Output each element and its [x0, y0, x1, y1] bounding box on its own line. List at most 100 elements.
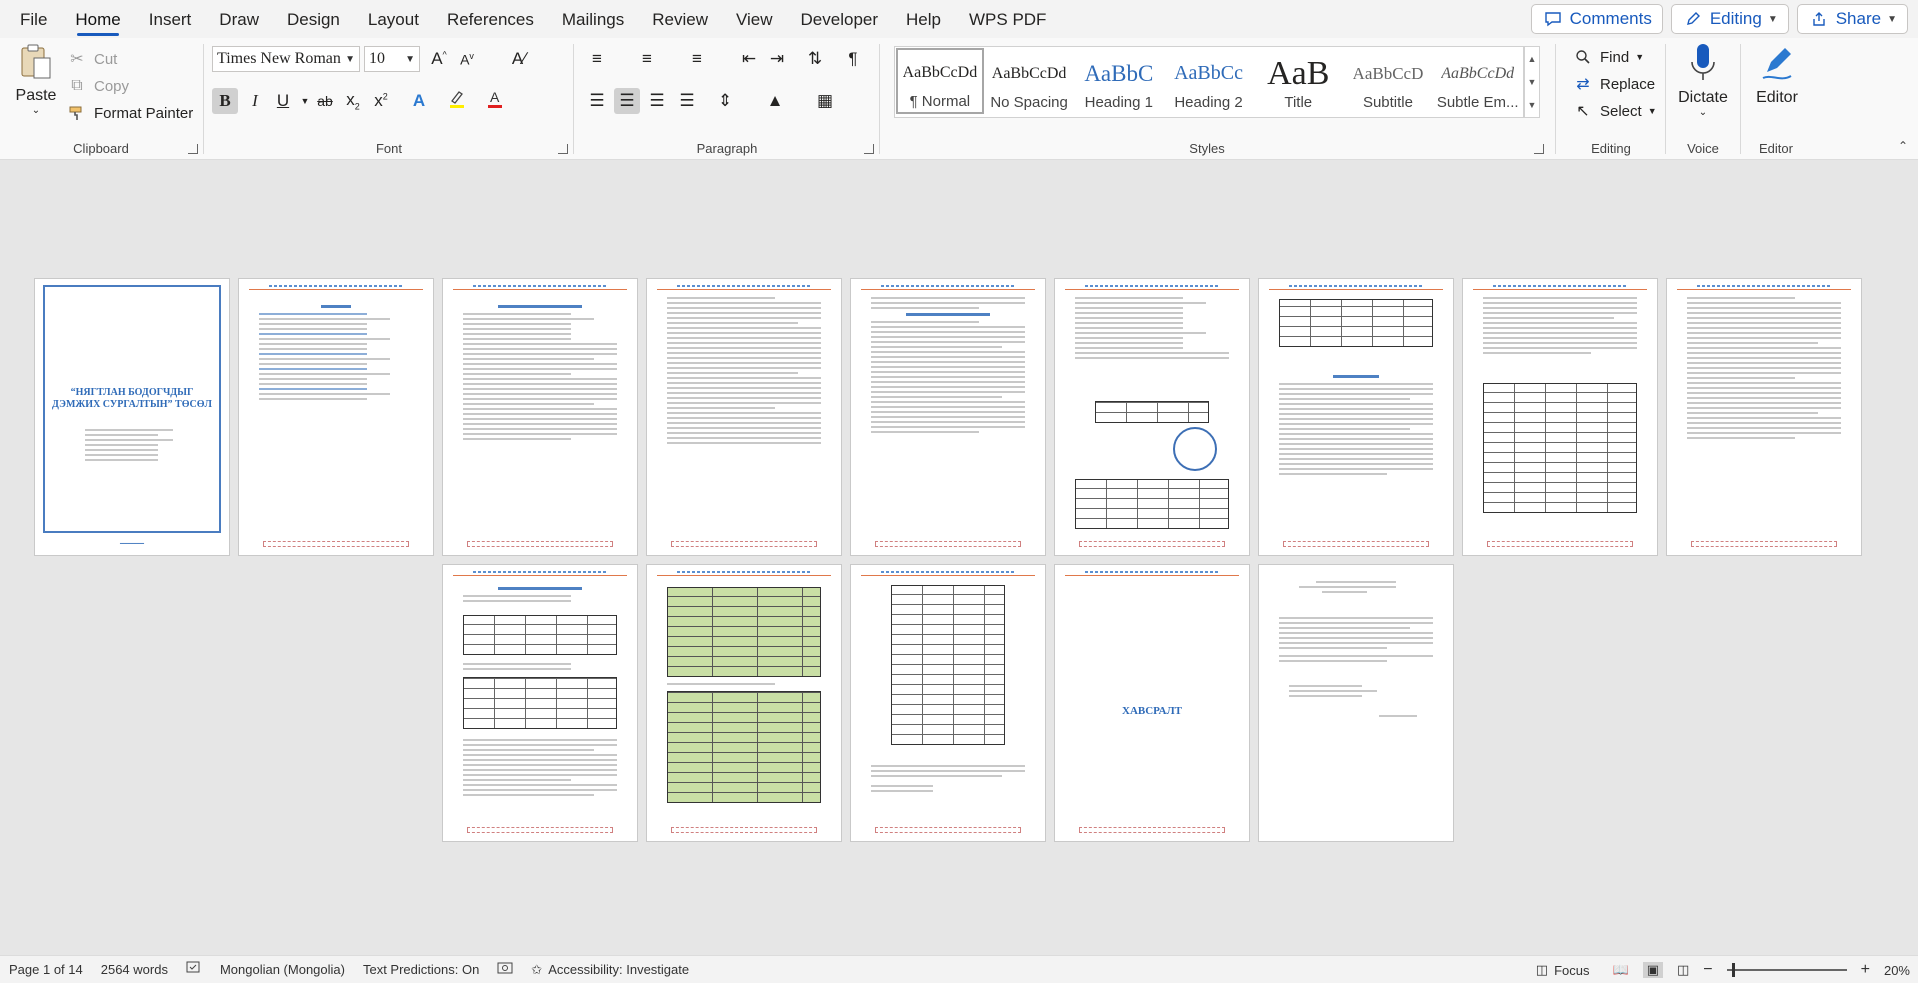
grow-font-button[interactable]: A^ — [426, 46, 452, 72]
text-predictions-status[interactable]: Text Predictions: On — [354, 962, 488, 977]
tab-mailings[interactable]: Mailings — [548, 0, 638, 38]
pilcrow-icon: ¶ — [848, 49, 858, 68]
page-thumbnail[interactable]: “НЯГТЛАН БОДОГЧДЫГ ДЭМЖИХ СУРГАЛТЫН” ТӨС… — [34, 278, 230, 556]
find-button[interactable]: Find ▼ — [1572, 44, 1644, 70]
borders-button[interactable]: ▦ — [812, 88, 838, 114]
font-name-combo[interactable]: Times New Roman ▼ — [212, 46, 360, 72]
multilevel-list-button[interactable]: ≡ — [684, 46, 710, 72]
page-thumbnail[interactable] — [1258, 564, 1454, 842]
page-thumbnail[interactable] — [1054, 278, 1250, 556]
tab-developer[interactable]: Developer — [787, 0, 893, 38]
page-thumbnail[interactable] — [1666, 278, 1862, 556]
bold-button[interactable]: B — [212, 88, 238, 114]
page-thumbnail[interactable] — [442, 278, 638, 556]
tab-insert[interactable]: Insert — [135, 0, 206, 38]
align-left-button[interactable]: ☰ — [584, 88, 610, 114]
tab-home[interactable]: Home — [61, 0, 134, 38]
bold-icon: B — [219, 91, 231, 110]
font-launcher-icon[interactable] — [558, 144, 568, 154]
zoom-out-icon[interactable]: − — [1703, 961, 1712, 979]
increase-indent-button[interactable]: ⇥ — [764, 46, 790, 72]
comments-button[interactable]: Comments — [1530, 4, 1663, 34]
web-layout-icon[interactable]: ◫ — [1677, 962, 1689, 978]
page-text — [1279, 617, 1433, 665]
font-color-button[interactable]: A — [482, 88, 508, 114]
paragraph-launcher-icon[interactable] — [864, 144, 874, 154]
tab-help[interactable]: Help — [892, 0, 955, 38]
font-size-combo[interactable]: 10 ▼ — [364, 46, 420, 72]
page-thumbnail[interactable] — [1462, 278, 1658, 556]
line-spacing-button[interactable]: ⇕ — [712, 88, 738, 114]
accessibility-status[interactable]: ✩ Accessibility: Investigate — [522, 962, 698, 978]
focus-button[interactable]: ◫ Focus — [1527, 962, 1599, 978]
tab-layout[interactable]: Layout — [354, 0, 433, 38]
page-thumbnail[interactable] — [646, 564, 842, 842]
text-effects-button[interactable]: A — [406, 88, 432, 114]
sort-icon: ⇅ — [807, 49, 823, 68]
page-thumbnail[interactable] — [646, 278, 842, 556]
editing-mode-button[interactable]: Editing ▼ — [1670, 4, 1789, 34]
show-formatting-button[interactable]: ¶ — [840, 46, 866, 72]
page-thumbnail[interactable] — [850, 564, 1046, 842]
subscript-button[interactable]: x2 — [340, 88, 366, 114]
tab-file[interactable]: File — [0, 0, 61, 38]
tab-wps-pdf[interactable]: WPS PDF — [955, 0, 1060, 38]
strikethrough-button[interactable]: ab — [312, 88, 338, 114]
macro-status[interactable] — [488, 961, 522, 978]
zoom-in-icon[interactable]: + — [1861, 961, 1870, 979]
numbering-button[interactable]: ≡ — [634, 46, 660, 72]
zoom-slider-thumb[interactable] — [1732, 963, 1736, 977]
page-thumbnail[interactable] — [238, 278, 434, 556]
tab-draw[interactable]: Draw — [205, 0, 273, 38]
editor-pen-icon — [1759, 42, 1795, 89]
editor-button[interactable]: Editor — [1749, 42, 1805, 107]
highlight-button[interactable] — [444, 88, 470, 114]
proofing-status[interactable] — [177, 961, 211, 978]
tab-references[interactable]: References — [433, 0, 548, 38]
select-button[interactable]: ↖ Select ▼ — [1572, 98, 1656, 124]
chevron-down-icon: ▼ — [405, 53, 415, 65]
sort-button[interactable]: ⇅ — [802, 46, 828, 72]
replace-label: Replace — [1600, 75, 1656, 93]
superscript-button[interactable]: x2 — [368, 88, 394, 114]
align-center-button[interactable]: ☰ — [614, 88, 640, 114]
divider — [573, 44, 574, 154]
page-thumbnail[interactable]: ХАВСРАЛТ — [1054, 564, 1250, 842]
page-count[interactable]: Page 1 of 14 — [0, 962, 92, 977]
clipboard-launcher-icon[interactable] — [188, 144, 198, 154]
replace-button[interactable]: ⇄ Replace — [1572, 71, 1655, 97]
page-thumbnail[interactable] — [850, 278, 1046, 556]
tab-view[interactable]: View — [722, 0, 787, 38]
document-canvas[interactable]: “НЯГТЛАН БОДОГЧДЫГ ДЭМЖИХ СУРГАЛТЫН” ТӨС… — [0, 161, 1918, 955]
shrink-font-button[interactable]: Av — [454, 46, 480, 72]
share-button[interactable]: Share ▼ — [1796, 4, 1908, 34]
copy-button[interactable]: ⧉ Copy — [66, 73, 129, 99]
divider — [1555, 44, 1556, 154]
styles-group: Styles — [880, 38, 1544, 160]
justify-button[interactable]: ☰ — [674, 88, 700, 114]
print-layout-icon[interactable]: ▣ — [1642, 962, 1663, 978]
tab-design[interactable]: Design — [273, 0, 354, 38]
word-count[interactable]: 2564 words — [92, 962, 177, 977]
align-right-button[interactable]: ☰ — [644, 88, 670, 114]
collapse-ribbon-icon[interactable]: ⌃ — [1898, 139, 1908, 153]
format-painter-button[interactable]: Format Painter — [66, 100, 193, 126]
read-mode-icon[interactable]: 📖 — [1613, 962, 1629, 978]
language-status[interactable]: Mongolian (Mongolia) — [211, 962, 354, 977]
shading-button[interactable]: ▲ — [762, 88, 788, 114]
styles-launcher-icon[interactable] — [1534, 144, 1544, 154]
styles-group-label: Styles — [1189, 141, 1225, 156]
cut-button[interactable]: ✂ Cut — [66, 46, 117, 72]
paste-button[interactable]: Paste ⌄ — [14, 42, 58, 116]
page-thumbnail[interactable] — [1258, 278, 1454, 556]
cover-footer: ━━━━━━━━ — [119, 541, 145, 547]
dictate-button[interactable]: Dictate ⌄ — [1676, 42, 1730, 118]
bullets-button[interactable]: ≡ — [584, 46, 610, 72]
italic-button[interactable]: I — [242, 88, 268, 114]
zoom-slider[interactable] — [1726, 963, 1847, 977]
decrease-indent-button[interactable]: ⇤ — [736, 46, 762, 72]
tab-review[interactable]: Review — [638, 0, 722, 38]
page-thumbnail[interactable] — [442, 564, 638, 842]
clear-formatting-button[interactable]: A∕ — [506, 46, 532, 72]
zoom-level[interactable]: 20% — [1884, 963, 1910, 978]
